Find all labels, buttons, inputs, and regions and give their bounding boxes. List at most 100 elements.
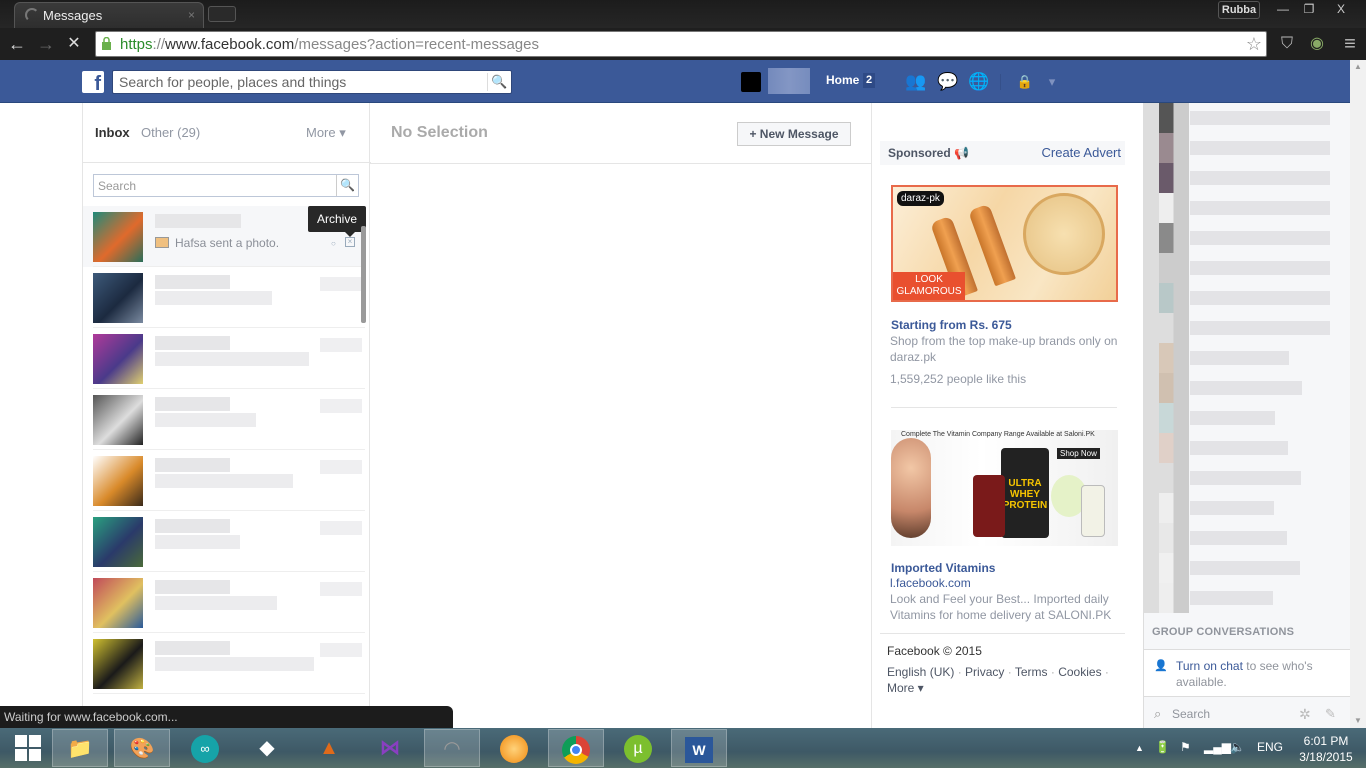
back-button[interactable]: ←: [7, 34, 27, 54]
tab-close-icon[interactable]: ×: [188, 8, 195, 22]
chat-contact[interactable]: [1144, 463, 1344, 493]
profile-button[interactable]: Rubba: [1218, 1, 1260, 19]
chat-contact[interactable]: [1144, 253, 1344, 283]
taskbar-gom-player[interactable]: [486, 729, 542, 767]
scroll-up-arrow-icon[interactable]: ▲: [1350, 60, 1366, 74]
search-icon[interactable]: 🔍: [487, 73, 511, 91]
notifications-globe-icon[interactable]: 🌐: [968, 72, 990, 92]
bookmark-star-icon[interactable]: ☆: [1246, 34, 1262, 55]
turn-on-chat-link[interactable]: Turn on chat: [1176, 659, 1243, 673]
stop-button[interactable]: ✕: [64, 34, 84, 54]
footer-link-more[interactable]: More ▾: [887, 681, 924, 695]
mark-read-icon[interactable]: ○: [331, 239, 336, 248]
ad-image-daraz[interactable]: daraz-pk LOOK GLAMOROUS: [891, 185, 1118, 302]
scroll-down-arrow-icon[interactable]: ▼: [1350, 714, 1366, 728]
ad-title[interactable]: Starting from Rs. 675: [891, 318, 1012, 332]
taskbar-word[interactable]: W: [671, 729, 727, 767]
power-icon[interactable]: 🔋: [1155, 740, 1170, 754]
chat-contact[interactable]: [1144, 583, 1344, 613]
address-bar[interactable]: https://www.facebook.com/messages?action…: [95, 31, 1267, 57]
chat-contact-name-blurred: [1190, 111, 1330, 125]
footer-link-terms[interactable]: Terms: [1015, 665, 1048, 679]
profile-name-blurred[interactable]: [768, 68, 810, 94]
ad-domain[interactable]: l.facebook.com: [890, 575, 1120, 591]
thread-list-column: Inbox Other (29) More ▾ 🔍 Hafsa sent a p…: [82, 103, 371, 728]
thread-item[interactable]: [83, 511, 365, 572]
minimize-button[interactable]: —: [1270, 0, 1296, 18]
chat-contact[interactable]: [1144, 433, 1344, 463]
tab-more[interactable]: More ▾: [306, 125, 346, 141]
create-advert-link[interactable]: Create Advert: [1042, 145, 1122, 160]
taskbar-visual-studio[interactable]: ⋈: [362, 729, 418, 767]
taskbar-utorrent[interactable]: µ: [610, 729, 666, 767]
archive-icon[interactable]: ×: [345, 237, 355, 247]
facebook-logo[interactable]: f: [82, 71, 104, 93]
new-message-button[interactable]: + New Message: [737, 122, 851, 146]
footer-link-cookies[interactable]: Cookies: [1058, 665, 1101, 679]
chat-search-input[interactable]: [1172, 705, 1282, 723]
friend-requests-icon[interactable]: 👥: [905, 72, 927, 92]
taskbar-matlab[interactable]: ▲: [301, 729, 357, 767]
profile-avatar[interactable]: [741, 72, 761, 92]
browser-tab-messages[interactable]: Messages ×: [14, 2, 204, 28]
chat-contact[interactable]: [1144, 133, 1344, 163]
chat-contact[interactable]: [1144, 553, 1344, 583]
action-center-flag-icon[interactable]: ⚑: [1180, 740, 1191, 754]
messages-icon[interactable]: 💬: [937, 72, 959, 92]
chat-contact[interactable]: [1144, 103, 1344, 133]
thread-item[interactable]: [83, 450, 365, 511]
shield-extension-icon[interactable]: ⛉: [1276, 33, 1298, 55]
compose-icon[interactable]: ✎: [1325, 706, 1336, 722]
chat-contact[interactable]: [1144, 223, 1344, 253]
taskbar-photo-editor[interactable]: ◠: [424, 729, 480, 767]
ad-image-vitamins[interactable]: Complete The Vitamin Company Range Avail…: [891, 430, 1118, 546]
taskbar-chrome[interactable]: [548, 729, 604, 767]
taskbar-file-explorer[interactable]: 📁: [52, 729, 108, 767]
search-icon[interactable]: 🔍: [336, 175, 358, 196]
input-language[interactable]: ENG: [1257, 740, 1283, 754]
volume-icon[interactable]: 🔈: [1230, 740, 1245, 754]
chat-contact[interactable]: [1144, 493, 1344, 523]
thread-item[interactable]: [83, 328, 365, 389]
close-window-button[interactable]: X: [1328, 0, 1354, 18]
facebook-search-input[interactable]: [119, 73, 479, 91]
taskbar-paint[interactable]: 🎨: [114, 729, 170, 767]
new-tab-button[interactable]: [208, 6, 236, 22]
thread-item[interactable]: [83, 572, 365, 633]
color-picker-extension-icon[interactable]: ◉: [1306, 33, 1328, 55]
ad-title[interactable]: Imported Vitamins: [891, 561, 995, 575]
matlab-icon: ▲: [319, 737, 339, 759]
chat-contact[interactable]: [1144, 283, 1344, 313]
chat-contact[interactable]: [1144, 523, 1344, 553]
chat-contact[interactable]: [1144, 373, 1344, 403]
taskbar-unity[interactable]: ◆: [239, 729, 295, 767]
system-clock[interactable]: 6:01 PM 3/18/2015: [1295, 733, 1357, 765]
footer-link-language[interactable]: English (UK): [887, 665, 954, 679]
thread-list-scrollbar[interactable]: [361, 226, 366, 323]
network-signal-icon[interactable]: ▂▄▆: [1204, 740, 1231, 754]
chat-contact[interactable]: [1144, 163, 1344, 193]
chrome-menu-icon[interactable]: ≡: [1339, 33, 1361, 55]
thread-item[interactable]: [83, 633, 365, 694]
chat-contact[interactable]: [1144, 343, 1344, 373]
chat-contact[interactable]: [1144, 313, 1344, 343]
thread-item[interactable]: [83, 267, 365, 328]
home-link[interactable]: Home: [826, 73, 859, 87]
page-scrollbar[interactable]: ▲ ▼: [1350, 60, 1366, 728]
chat-contact[interactable]: [1144, 193, 1344, 223]
chat-settings-gear-icon[interactable]: ✲: [1299, 706, 1311, 723]
thread-name-blurred: [155, 397, 230, 411]
footer-link-privacy[interactable]: Privacy: [965, 665, 1004, 679]
taskbar-arduino[interactable]: ∞: [177, 729, 233, 767]
tab-inbox[interactable]: Inbox: [95, 125, 130, 140]
account-menu-arrow-icon[interactable]: ▾: [1041, 72, 1063, 92]
forward-button[interactable]: →: [36, 34, 56, 54]
tab-other[interactable]: Other (29): [141, 125, 200, 140]
thread-item[interactable]: [83, 389, 365, 450]
start-button[interactable]: [0, 729, 56, 767]
chat-contact[interactable]: [1144, 403, 1344, 433]
thread-search-input[interactable]: [98, 177, 334, 194]
privacy-shortcuts-icon[interactable]: 🔒: [1014, 72, 1036, 92]
restore-button[interactable]: ❐: [1296, 0, 1322, 18]
show-hidden-icons-arrow[interactable]: ▲: [1135, 743, 1144, 753]
